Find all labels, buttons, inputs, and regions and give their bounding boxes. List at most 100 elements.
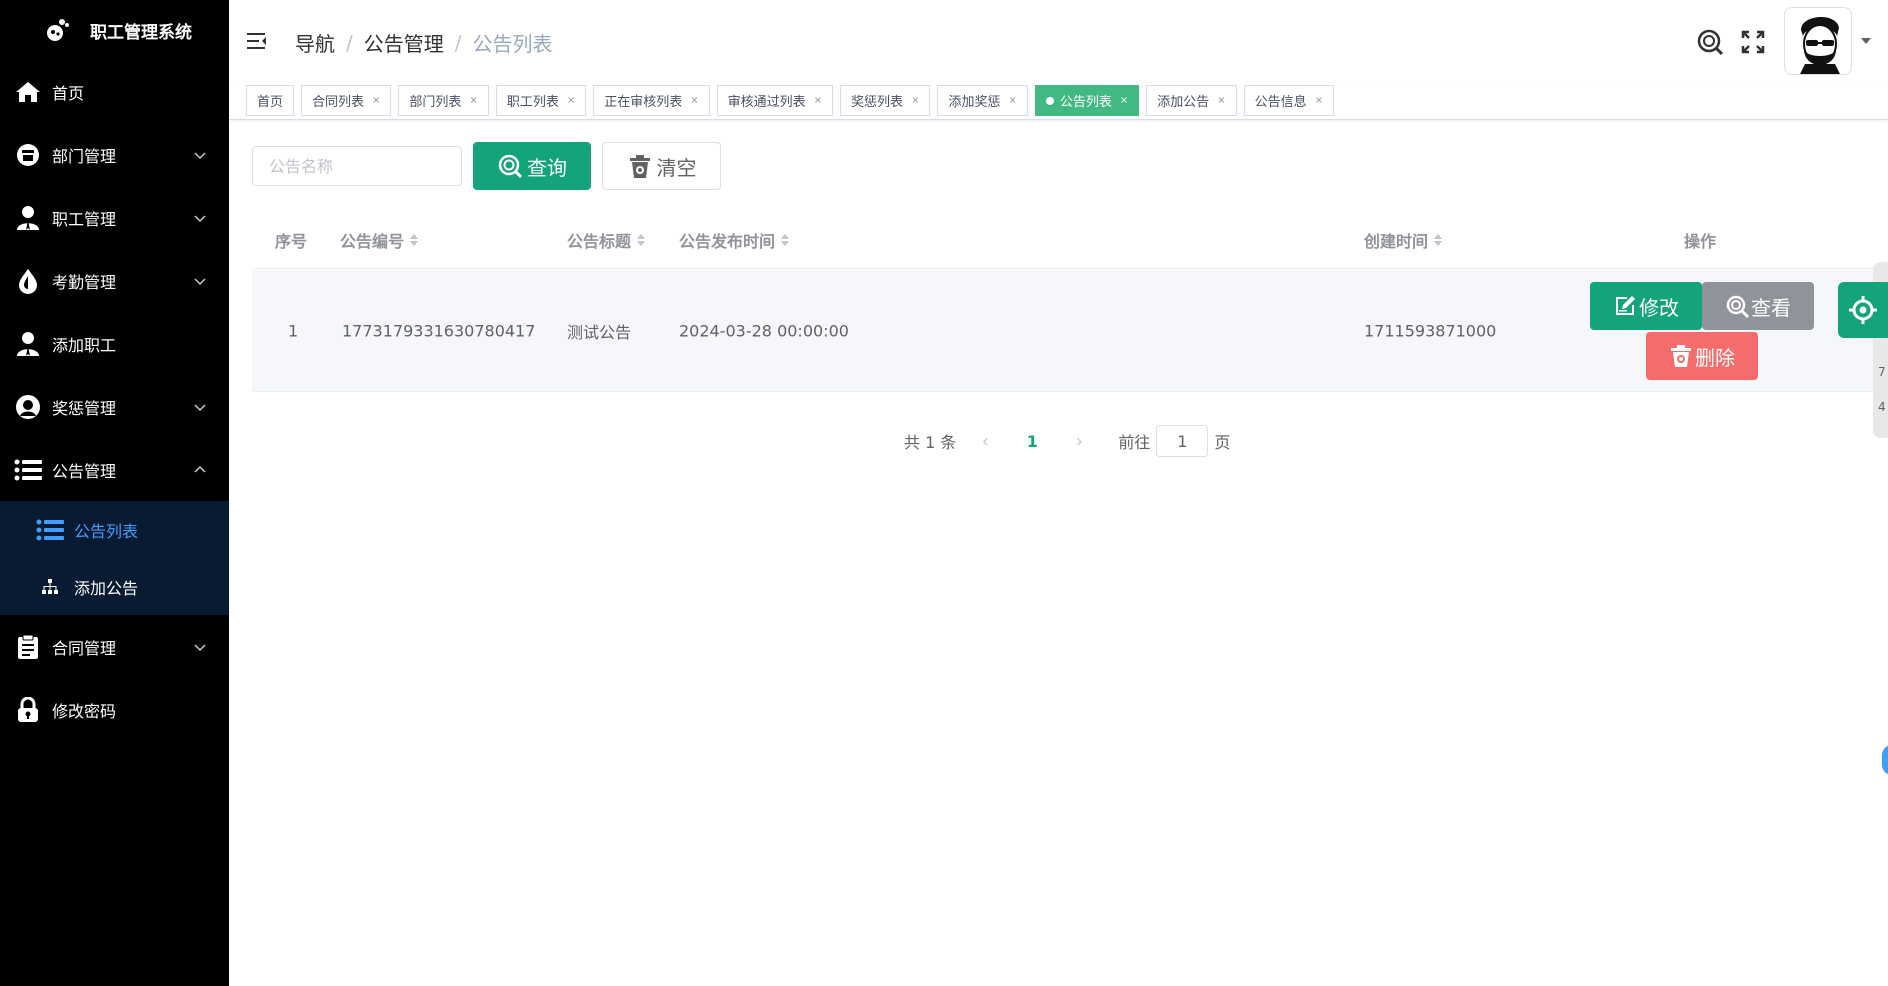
- sort-caret-icon[interactable]: [410, 234, 419, 246]
- brand: 职工管理系统: [0, 0, 229, 60]
- sidebar: 职工管理系统 首页 部门管理 职工管理 考勤管理 添加职工 奖惩管理 公告管理 …: [0, 0, 229, 986]
- close-icon[interactable]: ×: [1217, 95, 1225, 106]
- tag-item[interactable]: 正在审核列表 ×: [593, 85, 710, 116]
- clear-button[interactable]: 清空: [602, 142, 721, 190]
- search-button[interactable]: 查询: [473, 142, 591, 190]
- search-icon: [1726, 295, 1749, 318]
- menu-item-home[interactable]: 首页: [0, 60, 229, 123]
- tag-item[interactable]: 首页: [246, 85, 295, 116]
- close-icon[interactable]: ×: [814, 95, 822, 106]
- tag-item[interactable]: 添加公告 ×: [1146, 85, 1237, 116]
- panel-text: 4: [1878, 400, 1886, 414]
- user-avatar-icon: [1800, 16, 1840, 74]
- pagination-total: 共 1 条: [904, 433, 957, 452]
- tag-item[interactable]: 合同列表 ×: [301, 85, 392, 116]
- table-header: 序号 公告编号 公告标题 公告发布时间 创建时间 操作: [252, 212, 1888, 269]
- breadcrumb-separator: /: [454, 30, 462, 55]
- tag-item[interactable]: 审核通过列表 ×: [716, 85, 834, 116]
- breadcrumb-current: 公告列表: [472, 32, 553, 56]
- avatar[interactable]: [1784, 7, 1852, 75]
- list-icon: [14, 456, 42, 484]
- notice-submenu: 公告列表 添加公告: [0, 501, 229, 615]
- menu-item-reward[interactable]: 奖惩管理: [0, 375, 229, 438]
- edit-button[interactable]: 修改: [1590, 282, 1702, 330]
- tags-view: 首页 合同列表 × 部门列表 × 职工列表 × 正在审核列表 × 审核通过列表 × 奖惩列表 × 添加奖惩…: [229, 82, 1888, 120]
- app-title: 职工管理系统: [90, 22, 192, 43]
- close-icon[interactable]: ×: [911, 95, 919, 106]
- cell-title: 测试公告: [567, 322, 632, 342]
- tag-item[interactable]: 部门列表 ×: [398, 85, 489, 116]
- next-page-icon[interactable]: ›: [1064, 431, 1094, 452]
- menu-item-contract[interactable]: 合同管理: [0, 615, 229, 678]
- sort-caret-icon[interactable]: [637, 234, 646, 246]
- tag-item[interactable]: 公告信息 ×: [1243, 85, 1335, 116]
- menu-label: 首页: [52, 83, 85, 103]
- goto-page-input[interactable]: [1156, 425, 1209, 457]
- menu-item-attendance[interactable]: 考勤管理: [0, 249, 229, 312]
- chevron-down-icon: [194, 277, 206, 285]
- column-header-title[interactable]: 公告标题: [567, 228, 646, 252]
- delete-button-label: 删除: [1695, 345, 1735, 370]
- tags-list: 首页 合同列表 × 部门列表 × 职工列表 × 正在审核列表 × 审核通过列表 × 奖惩列表 × 添加奖惩…: [246, 85, 1341, 116]
- close-icon[interactable]: ×: [1008, 95, 1016, 106]
- sort-caret-icon[interactable]: [781, 234, 790, 246]
- tag-item[interactable]: 公告列表 ×: [1034, 85, 1140, 116]
- app-root: 职工管理系统 首页 部门管理 职工管理 考勤管理 添加职工 奖惩管理 公告管理 …: [0, 0, 1888, 986]
- floating-blue-tab[interactable]: [1882, 745, 1888, 775]
- breadcrumb-item[interactable]: 导航: [295, 28, 335, 57]
- close-icon[interactable]: ×: [372, 95, 380, 106]
- hamburger-icon[interactable]: [247, 32, 267, 50]
- tag-item[interactable]: 职工列表 ×: [495, 85, 587, 116]
- sub-item-add-notice[interactable]: 添加公告: [0, 558, 229, 615]
- column-header-index: 序号: [275, 232, 308, 251]
- view-button[interactable]: 查看: [1702, 282, 1814, 330]
- close-icon[interactable]: ×: [1120, 95, 1128, 106]
- close-icon[interactable]: ×: [469, 95, 477, 106]
- tag-label: 正在审核列表: [604, 95, 683, 110]
- menu-label: 部门管理: [52, 146, 117, 166]
- tag-label: 公告信息: [1254, 95, 1307, 110]
- prev-page-icon[interactable]: ‹: [970, 431, 1000, 452]
- edit-button-label: 修改: [1639, 295, 1679, 320]
- settings-button[interactable]: [1838, 282, 1888, 338]
- department-icon: [14, 141, 42, 169]
- menu-label: 修改密码: [52, 701, 117, 721]
- menu-item-change-password[interactable]: 修改密码: [0, 678, 229, 741]
- sort-caret-icon[interactable]: [1434, 234, 1443, 246]
- menu-item-employee[interactable]: 职工管理: [0, 186, 229, 249]
- tag-item[interactable]: 奖惩列表 ×: [840, 85, 931, 116]
- sub-item-notice-list[interactable]: 公告列表: [0, 501, 229, 558]
- close-icon[interactable]: ×: [690, 95, 698, 106]
- cell-publish-time: 2024-03-28 00:00:00: [679, 321, 849, 340]
- sub-item-label: 添加公告: [74, 578, 139, 598]
- menu-item-department[interactable]: 部门管理: [0, 123, 229, 186]
- trash-icon: [1671, 345, 1691, 367]
- add-employee-icon: [14, 330, 42, 358]
- home-icon: [14, 78, 42, 106]
- menu-label: 添加职工: [52, 335, 117, 355]
- menu-item-add-employee[interactable]: 添加职工: [0, 312, 229, 375]
- tag-label: 合同列表: [312, 95, 365, 110]
- close-icon[interactable]: ×: [1315, 95, 1323, 106]
- menu-item-notice[interactable]: 公告管理: [0, 438, 229, 501]
- chevron-down-icon: [194, 214, 206, 222]
- chevron-up-icon: [194, 465, 206, 473]
- search-button-label: 查询: [527, 155, 567, 180]
- tag-item[interactable]: 添加奖惩 ×: [937, 85, 1028, 116]
- page-number[interactable]: 1: [1012, 432, 1052, 451]
- delete-button[interactable]: 删除: [1646, 332, 1758, 380]
- column-header-actions: 操作: [1684, 232, 1717, 251]
- fullscreen-icon[interactable]: [1739, 28, 1767, 56]
- breadcrumb-item[interactable]: 公告管理: [364, 28, 444, 57]
- page-unit: 页: [1214, 433, 1231, 452]
- caret-down-icon[interactable]: [1861, 38, 1871, 44]
- column-header-publish-time[interactable]: 公告发布时间: [679, 228, 790, 252]
- notice-name-input[interactable]: [252, 146, 462, 186]
- search-icon: [498, 154, 523, 179]
- search-icon[interactable]: [1696, 28, 1724, 56]
- close-icon[interactable]: ×: [567, 95, 575, 106]
- column-header-code[interactable]: 公告编号: [340, 228, 419, 252]
- menu-label: 考勤管理: [52, 272, 117, 292]
- tag-label: 添加奖惩: [948, 95, 1001, 110]
- column-header-create-time[interactable]: 创建时间: [1364, 228, 1443, 252]
